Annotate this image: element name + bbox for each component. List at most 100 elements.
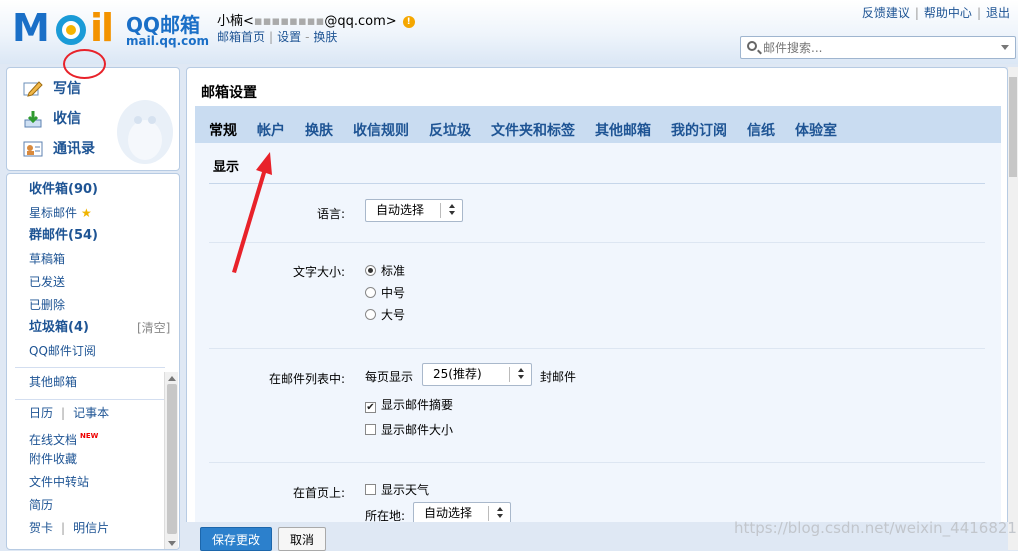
- divider: [15, 399, 165, 400]
- folder-scrollbar[interactable]: [164, 372, 178, 549]
- folder-qq-subscribe[interactable]: QQ邮件订阅: [29, 342, 96, 360]
- per-page-suffix: 封邮件: [540, 370, 577, 384]
- divider: -: [305, 30, 310, 44]
- folder-spam[interactable]: 垃圾箱(4): [29, 319, 89, 337]
- tab-stationery[interactable]: 信纸: [747, 120, 775, 140]
- warning-icon[interactable]: !: [402, 16, 415, 28]
- resume-link[interactable]: 简历: [29, 496, 53, 514]
- other-mailbox[interactable]: 其他邮箱: [29, 373, 77, 391]
- skin-link[interactable]: 换肤: [313, 30, 337, 44]
- user-account-line: 小楠<▪▪▪▪▪▪▪▪@qq.com>!: [217, 10, 415, 29]
- divider: |: [61, 406, 66, 420]
- scroll-up-icon[interactable]: [168, 376, 176, 381]
- calendar-link[interactable]: 日历: [29, 406, 53, 420]
- compose-label: 写信: [53, 81, 81, 97]
- radio-button[interactable]: [365, 287, 376, 298]
- mail-search-box[interactable]: [740, 36, 1016, 59]
- language-select[interactable]: 自动选择: [365, 199, 463, 222]
- contacts-button[interactable]: 通讯录: [23, 138, 95, 160]
- search-input[interactable]: [761, 39, 991, 56]
- qq-penguin-watermark-icon: [117, 100, 173, 164]
- cancel-button[interactable]: 取消: [278, 527, 326, 551]
- folder-group-mail[interactable]: 群邮件(54): [29, 227, 98, 245]
- greeting-card-link[interactable]: 贺卡: [29, 521, 53, 535]
- logo-url: mail.qq.com: [126, 34, 209, 48]
- radio-button[interactable]: [365, 309, 376, 320]
- option-label: 显示邮件摘要: [381, 398, 454, 412]
- tab-other-mailbox[interactable]: 其他邮箱: [595, 120, 651, 140]
- folder-starred[interactable]: 星标邮件 ★: [29, 204, 92, 222]
- font-size-medium[interactable]: 中号: [365, 284, 405, 301]
- divider: |: [61, 521, 66, 535]
- option-label: 标准: [381, 264, 406, 278]
- select-arrows-icon: [509, 367, 531, 382]
- receive-label: 收信: [53, 111, 81, 127]
- receive-button[interactable]: 收信: [23, 108, 81, 130]
- compose-pencil-icon: [23, 80, 43, 98]
- tab-lab[interactable]: 体验室: [795, 120, 837, 140]
- show-size-option[interactable]: 显示邮件大小: [365, 421, 453, 438]
- font-size-standard[interactable]: 标准: [365, 262, 405, 279]
- divider: |: [914, 6, 919, 20]
- select-arrows-icon: [440, 203, 462, 218]
- settings-panel: 邮箱设置 常规 帐户 换肤 收信规则 反垃圾 文件夹和标签 其他邮箱 我的订阅 …: [186, 67, 1008, 550]
- online-docs-link[interactable]: 在线文档 NEW: [29, 427, 99, 447]
- font-size-label: 文字大小:: [292, 265, 345, 279]
- file-transfer-link[interactable]: 文件中转站: [29, 473, 89, 491]
- divider: |: [976, 6, 981, 20]
- checkbox[interactable]: [365, 424, 376, 435]
- compose-button[interactable]: 写信: [23, 78, 81, 100]
- chevron-down-icon[interactable]: [1001, 45, 1009, 50]
- tab-folders-labels[interactable]: 文件夹和标签: [491, 120, 575, 140]
- postcard-link[interactable]: 明信片: [73, 521, 109, 535]
- new-badge: NEW: [80, 432, 99, 440]
- show-weather-option[interactable]: 显示天气: [365, 481, 429, 498]
- settings-content: 显示 语言: 自动选择 文字大小: 标准 中号 大号 在邮件列表中: 每页显示 …: [195, 143, 1001, 549]
- scrollbar-thumb[interactable]: [167, 384, 177, 534]
- mailbox-home-link[interactable]: 邮箱首页: [217, 30, 265, 44]
- top-links: 反馈建议 | 帮助中心 | 退出: [862, 4, 1010, 21]
- tab-general[interactable]: 常规: [209, 120, 237, 140]
- folder-inbox[interactable]: 收件箱(90): [29, 181, 98, 199]
- home-page-label: 在首页上:: [292, 486, 345, 500]
- option-label: 显示邮件大小: [381, 423, 454, 437]
- folder-drafts[interactable]: 草稿箱: [29, 250, 65, 268]
- radio-button[interactable]: [365, 265, 376, 276]
- help-center-link[interactable]: 帮助中心: [924, 6, 972, 20]
- logo-letters-il: il: [90, 6, 114, 50]
- annotation-circle: [63, 49, 106, 79]
- folder-deleted[interactable]: 已删除: [29, 296, 65, 314]
- scroll-down-icon[interactable]: [168, 541, 176, 546]
- notes-link[interactable]: 记事本: [73, 406, 109, 420]
- checkbox-checked[interactable]: ✔: [365, 402, 376, 413]
- show-summary-option[interactable]: ✔ 显示邮件摘要: [365, 396, 453, 413]
- contacts-label: 通讯录: [53, 141, 95, 157]
- left-actions-panel: 写信 收信 通讯录: [6, 67, 180, 171]
- qq-mail-logo[interactable]: M il QQ邮箱 mail.qq.com: [12, 6, 209, 50]
- tab-receive-rules[interactable]: 收信规则: [353, 120, 409, 140]
- user-name: 小楠<: [217, 14, 254, 29]
- font-size-large[interactable]: 大号: [365, 306, 405, 323]
- receive-download-icon: [23, 110, 43, 128]
- tab-account[interactable]: 帐户: [257, 120, 285, 140]
- contacts-card-icon: [23, 140, 43, 158]
- section-title: 显示: [209, 157, 985, 184]
- tab-skin[interactable]: 换肤: [305, 120, 333, 140]
- logout-link[interactable]: 退出: [986, 6, 1010, 20]
- per-page-select[interactable]: 25(推荐): [422, 363, 532, 386]
- settings-link[interactable]: 设置: [277, 30, 301, 44]
- tab-my-subscriptions[interactable]: 我的订阅: [671, 120, 727, 140]
- scrollbar-thumb[interactable]: [1009, 77, 1017, 177]
- divider: [15, 367, 165, 368]
- star-icon: ★: [81, 206, 92, 220]
- calendar-notes-row: 日历 | 记事本: [29, 404, 109, 422]
- feedback-link[interactable]: 反馈建议: [862, 6, 910, 20]
- page-scrollbar[interactable]: [1008, 67, 1018, 550]
- checkbox[interactable]: [365, 484, 376, 495]
- attachment-favorites-link[interactable]: 附件收藏: [29, 450, 77, 468]
- clear-spam-link[interactable]: [清空]: [137, 319, 170, 337]
- logo-letter-m: M: [12, 6, 50, 50]
- save-changes-button[interactable]: 保存更改: [200, 527, 272, 551]
- folder-sent[interactable]: 已发送: [29, 273, 65, 291]
- tab-anti-spam[interactable]: 反垃圾: [429, 120, 471, 140]
